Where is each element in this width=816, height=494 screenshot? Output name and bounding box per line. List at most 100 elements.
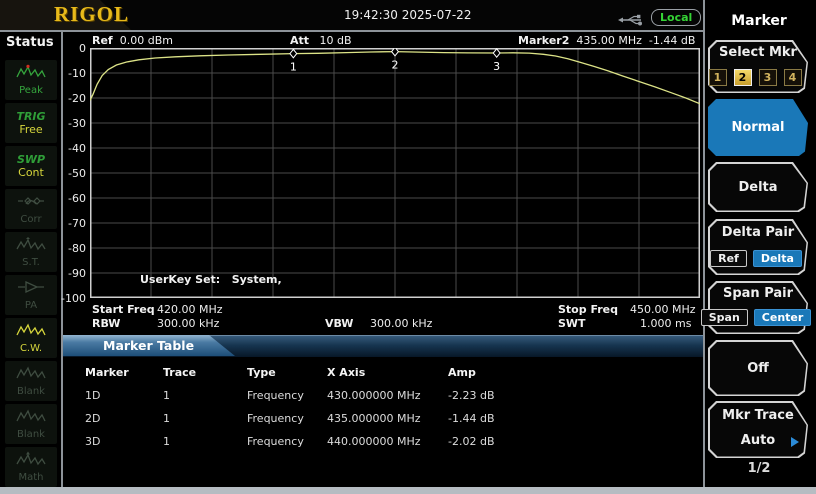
att-label: Att bbox=[290, 34, 309, 47]
off-button-label: Off bbox=[747, 361, 769, 376]
table-cell: -2.02 dB bbox=[448, 435, 495, 448]
stop-freq-label: Stop Freq bbox=[558, 303, 618, 316]
status-item-label: S.T. bbox=[22, 257, 40, 268]
vbw-value: 300.00 kHz bbox=[370, 317, 432, 330]
table-column-header: Amp bbox=[448, 366, 476, 379]
marker-readout-label: Marker2 bbox=[518, 34, 569, 47]
mkr-trace-label: Mkr Trace bbox=[722, 408, 794, 423]
panel-divider bbox=[703, 0, 705, 487]
marker-diamond-1 bbox=[290, 49, 297, 57]
bottom-bezel-strip bbox=[0, 487, 816, 494]
userkey-status-text: UserKey Set: System, bbox=[140, 273, 282, 286]
y-tick-label: 0 bbox=[40, 42, 86, 55]
submenu-arrow-icon bbox=[791, 437, 799, 447]
marker-readout-freq: 435.00 MHz bbox=[576, 34, 642, 47]
marker-select-box-3[interactable]: 3 bbox=[759, 69, 777, 86]
ref-label: Ref bbox=[92, 34, 113, 47]
delta-pair-button[interactable]: Delta Pair Ref Delta bbox=[708, 219, 808, 275]
select-mkr-button[interactable]: Select Mkr 1234 bbox=[708, 40, 808, 93]
option-center[interactable]: Center bbox=[754, 309, 812, 326]
ref-level-readout: Ref 0.00 dBm bbox=[92, 34, 173, 47]
span-pair-button[interactable]: Span Pair SpanCenter bbox=[708, 281, 808, 334]
status-item-math-9: Math bbox=[5, 447, 57, 487]
status-item-label: Blank bbox=[17, 386, 45, 397]
table-column-header: X Axis bbox=[327, 366, 365, 379]
span-pair-options: SpanCenter bbox=[708, 309, 804, 326]
marker-select-box-1[interactable]: 1 bbox=[709, 69, 727, 86]
y-tick-label: -10 bbox=[40, 67, 86, 80]
wave-icon bbox=[16, 365, 46, 385]
table-cell: 430.000000 MHz bbox=[327, 389, 421, 402]
marker-select-box-4[interactable]: 4 bbox=[784, 69, 802, 86]
table-cell: 435.000000 MHz bbox=[327, 412, 421, 425]
normal-button[interactable]: Normal bbox=[708, 99, 808, 156]
status-item-label: C.W. bbox=[20, 343, 42, 354]
start-freq-label: Start Freq bbox=[92, 303, 155, 316]
usb-icon bbox=[617, 13, 645, 27]
y-tick-label: -70 bbox=[40, 217, 86, 230]
status-item-cw-6: C.W. bbox=[5, 318, 57, 358]
table-cell: -1.44 dB bbox=[448, 412, 495, 425]
table-column-header: Marker bbox=[85, 366, 129, 379]
off-button[interactable]: Off bbox=[708, 340, 808, 396]
table-cell: 1D bbox=[85, 389, 100, 402]
marker-number-3: 3 bbox=[493, 60, 500, 73]
y-tick-label: -60 bbox=[40, 192, 86, 205]
delta-button-label: Delta bbox=[738, 180, 777, 195]
table-cell: 1 bbox=[163, 412, 170, 425]
table-cell: 2D bbox=[85, 412, 100, 425]
select-mkr-label: Select Mkr bbox=[719, 45, 797, 60]
marker-number-1: 1 bbox=[290, 61, 297, 74]
wave-icon bbox=[16, 322, 46, 342]
status-item-blank-8: Blank bbox=[5, 404, 57, 444]
table-cell: Frequency bbox=[247, 389, 304, 402]
page-indicator: 1/2 bbox=[705, 461, 813, 476]
table-cell: Frequency bbox=[247, 412, 304, 425]
delta-pair-label: Delta Pair bbox=[722, 225, 794, 240]
table-cell: Frequency bbox=[247, 435, 304, 448]
status-item-label: Math bbox=[18, 472, 43, 483]
menu-title: Marker bbox=[705, 13, 813, 29]
marker-number-boxes: 1234 bbox=[708, 69, 802, 86]
wave-math-icon bbox=[16, 451, 46, 471]
spectrum-analyzer-screen: RIGOL 19:42:30 2025-07-22 Local Status P… bbox=[0, 0, 816, 494]
option-delta[interactable]: Delta bbox=[753, 250, 802, 267]
status-top-text: SWP bbox=[17, 154, 45, 166]
marker-number-2: 2 bbox=[392, 59, 399, 72]
status-item-blank-7: Blank bbox=[5, 361, 57, 401]
y-tick-label: -80 bbox=[40, 242, 86, 255]
wave-icon bbox=[16, 408, 46, 428]
mkr-trace-value: Auto bbox=[741, 433, 775, 448]
marker-readout-amp: -1.44 dB bbox=[649, 34, 696, 47]
span-pair-label: Span Pair bbox=[723, 286, 793, 301]
top-bar: RIGOL 19:42:30 2025-07-22 Local bbox=[0, 0, 705, 32]
status-item-label: Blank bbox=[17, 429, 45, 440]
y-tick-label: -30 bbox=[40, 117, 86, 130]
swt-label: SWT bbox=[558, 317, 586, 330]
table-cell: 1 bbox=[163, 435, 170, 448]
marker-table-title: Marker Table bbox=[103, 338, 194, 353]
table-column-header: Type bbox=[247, 366, 276, 379]
marker-select-box-2[interactable]: 2 bbox=[734, 69, 752, 86]
plot-svg: 1 2 3 bbox=[90, 48, 700, 298]
attenuation-readout: Att 10 dB bbox=[290, 34, 352, 47]
table-cell: -2.23 dB bbox=[448, 389, 495, 402]
y-tick-label: -100 bbox=[40, 292, 86, 305]
mkr-trace-button[interactable]: Mkr Trace Auto bbox=[708, 401, 808, 458]
swt-value: 1.000 ms bbox=[640, 317, 691, 330]
option-span[interactable]: Span bbox=[701, 309, 748, 326]
ref-value: 0.00 dBm bbox=[120, 34, 173, 47]
normal-button-label: Normal bbox=[732, 120, 785, 135]
local-mode-badge: Local bbox=[651, 9, 701, 26]
att-value: 10 dB bbox=[320, 34, 352, 47]
option-ref[interactable]: Ref bbox=[710, 250, 747, 267]
delta-button[interactable]: Delta bbox=[708, 162, 808, 212]
vbw-label: VBW bbox=[325, 317, 353, 330]
active-marker-readout: Marker2 435.00 MHz -1.44 dB bbox=[518, 34, 695, 47]
table-column-header: Trace bbox=[163, 366, 196, 379]
status-item-label: Corr bbox=[20, 214, 41, 225]
marker-diamond-3 bbox=[493, 49, 500, 57]
datetime-display: 19:42:30 2025-07-22 bbox=[344, 8, 471, 22]
rbw-value: 300.00 kHz bbox=[157, 317, 219, 330]
y-tick-label: -20 bbox=[40, 92, 86, 105]
